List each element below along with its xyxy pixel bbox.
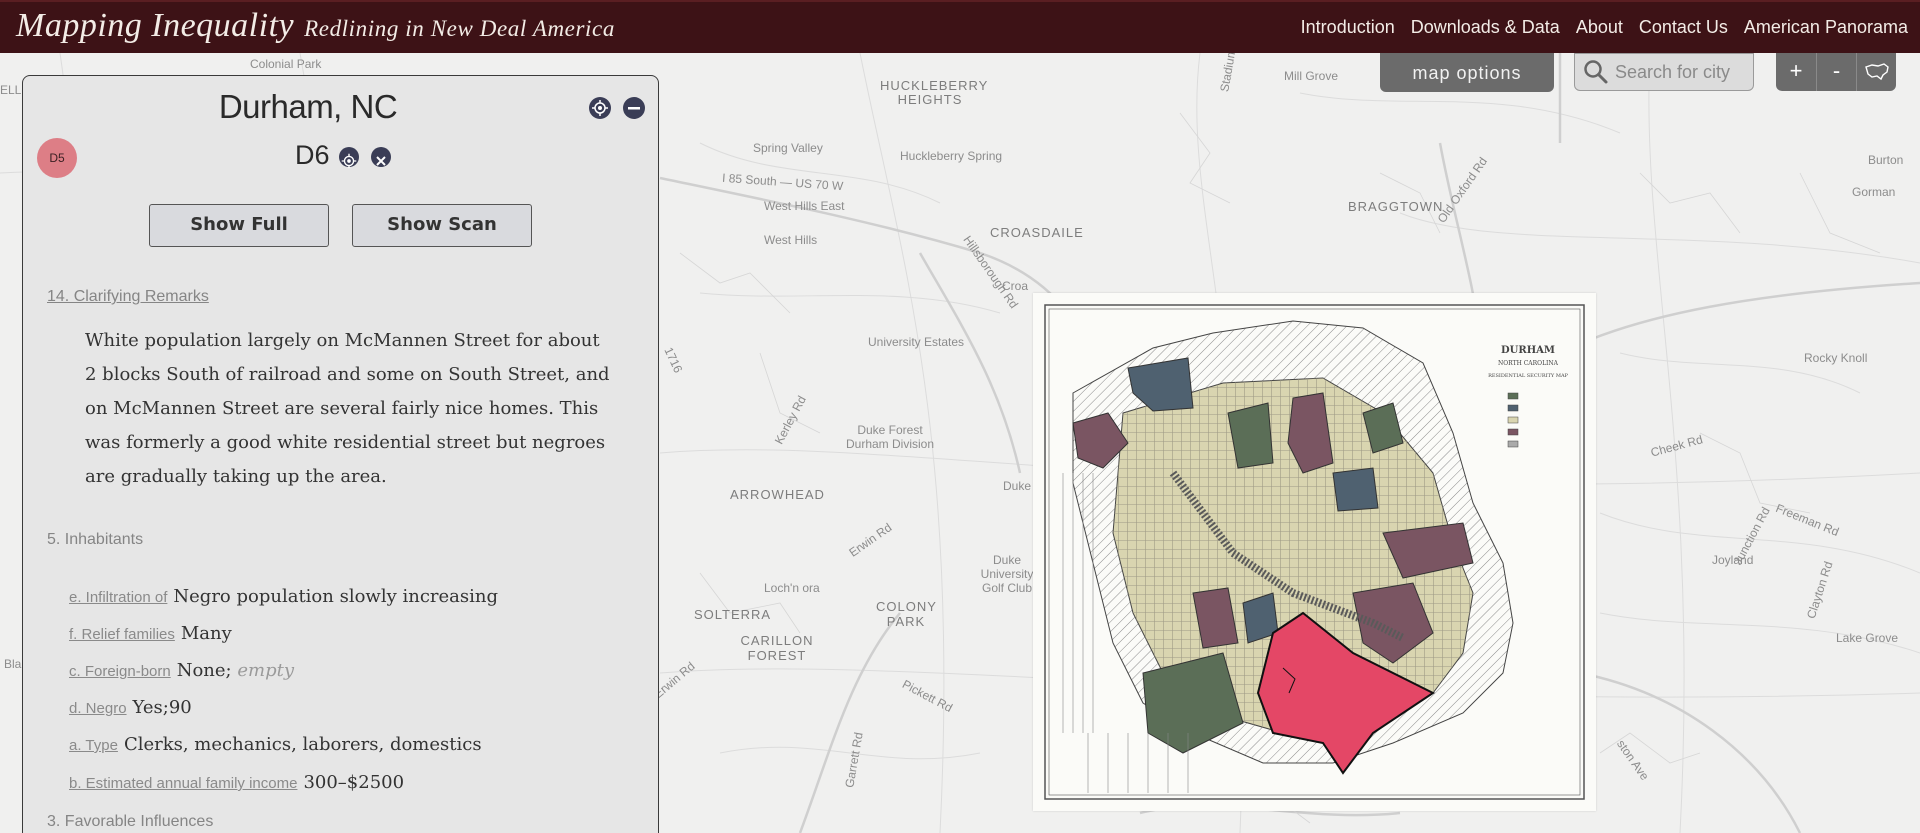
nav-about[interactable]: About [1576,17,1623,38]
zoom-in-button[interactable]: + [1776,53,1816,91]
field-label[interactable]: f. Relief families [69,626,175,643]
field-value: Many [180,623,232,644]
locate-icon[interactable] [589,97,611,119]
map-label: Croa [1002,279,1029,293]
field-infiltration: e. Infiltration of Negro population slowl… [69,586,498,607]
field-value: Yes;90 [132,697,192,718]
field-value: None; [176,660,232,681]
map-label: BRAGGTOWN [1348,199,1444,214]
map-label: HUCKLEBERRY HEIGHTS [880,78,989,107]
inhabitants-heading: 5. Inhabitants [47,531,144,548]
map-label: CARILLON FOREST [740,633,814,663]
zoom-controls: + - [1776,53,1896,91]
zoom-out-button[interactable]: - [1816,53,1856,91]
show-scan-button[interactable]: Show Scan [352,204,532,247]
map-label: Spring Valley [753,141,823,155]
nav-introduction[interactable]: Introduction [1301,17,1395,38]
map-label: COLONY PARK [876,599,937,629]
nav-downloads[interactable]: Downloads & Data [1411,17,1560,38]
map-label: West Hills [764,233,818,247]
field-label[interactable]: c. Foreign-born [69,663,171,680]
city-search [1574,53,1754,91]
field-value: Clerks, mechanics, laborers, domestics [123,734,482,755]
scan-caption: RESIDENTIAL SECURITY MAP [1488,373,1568,379]
map-outline-button[interactable] [1856,53,1896,91]
show-full-button[interactable]: Show Full [149,204,329,247]
map-label: Rocky Knoll [1804,351,1868,365]
scan-subtitle: NORTH CAROLINA [1498,360,1559,367]
site-brand[interactable]: Mapping Inequality Redlining in New Deal … [16,7,615,45]
favorable-influences-heading: 3. Favorable Influences [47,813,214,830]
map-label: CROASDAILE [990,225,1084,240]
nav-american-panorama[interactable]: American Panorama [1744,17,1908,38]
field-negro: d. Negro Yes;90 [69,697,192,718]
map-label: Colonial Park [250,57,322,71]
clarifying-remarks-text: White population largely on McMannen Str… [85,330,610,487]
map-label: Bla [4,657,22,671]
search-icon[interactable] [1583,59,1609,85]
map-label: Duke University Golf Club [980,553,1034,595]
map-label: Duke Forest Durham Division [845,423,935,451]
clarifying-remarks-heading[interactable]: 14. Clarifying Remarks [47,288,209,306]
field-label[interactable]: a. Type [69,737,118,754]
neighborhood-label: D6 [295,140,330,170]
neighborhood-id: D6 [295,140,391,171]
field-value: Negro population slowly increasing [173,586,498,607]
map-label: Gorman [1852,185,1896,199]
field-label[interactable]: e. Infiltration of [69,589,167,606]
locate-icon[interactable] [339,146,360,169]
map-label: West Hills East [764,199,845,213]
site-title[interactable]: Mapping Inequality [16,7,294,44]
city-name: Durham, NC [218,88,398,125]
map-label: University Estates [868,335,965,349]
map-options-button[interactable]: map options [1380,52,1554,92]
minimize-icon[interactable] [623,97,645,119]
map-label: ARROWHEAD [730,487,825,502]
search-input[interactable] [1615,58,1749,86]
field-label[interactable]: d. Negro [69,700,127,717]
scan-title: DURHAM [1501,345,1555,356]
nav-contact[interactable]: Contact Us [1639,17,1728,38]
field-label[interactable]: b. Estimated annual family income [69,775,297,792]
site-header: Mapping Inequality Redlining in New Deal … [0,0,1920,53]
map-label: SOLTERRA [694,607,772,622]
field-foreign-born: c. Foreign-born None; empty [69,660,294,681]
holc-map-scan[interactable]: DURHAM NORTH CAROLINA RESIDENTIAL SECURI… [1033,293,1596,811]
field-type: a. Type Clerks, mechanics, laborers, dome… [69,734,482,755]
map-label: Lake Grove [1836,631,1899,645]
us-map-icon [1864,63,1889,81]
map-label: Loch'n ora [764,581,820,595]
field-family-income: b. Estimated annual family income 300–$25… [69,772,404,793]
map-label: Joyland [1712,553,1754,567]
map-label: Burton [1868,153,1904,167]
map-label: Duke [1003,479,1032,493]
map-label: Huckleberry Spring [900,149,1003,163]
field-relief-families: f. Relief families Many [69,623,232,644]
neighborhood-badge[interactable]: D5 [37,138,77,178]
field-value: 300–$2500 [303,772,405,793]
site-subtitle: Redlining in New Deal America [304,16,615,41]
top-nav: Introduction Downloads & Data About Cont… [1301,17,1908,38]
map-label: Mill Grove [1284,69,1339,83]
area-description-panel: Durham, NC D5 D6 Show Full Show Scan 14.… [22,75,659,833]
close-icon[interactable] [370,146,391,167]
field-empty-value: empty [237,660,295,681]
scan-drawing: DURHAM NORTH CAROLINA RESIDENTIAL SECURI… [1044,304,1585,800]
